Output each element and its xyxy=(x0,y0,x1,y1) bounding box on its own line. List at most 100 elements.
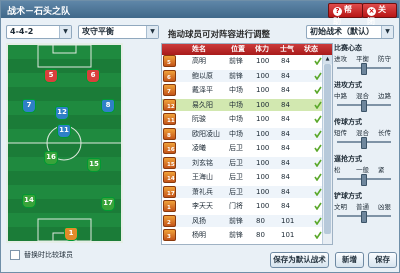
player-number: 6 xyxy=(167,74,171,81)
table-row[interactable]: 17 萧礼兵 后卫 100 84 xyxy=(162,185,322,198)
table-row[interactable]: 2 风扬 前锋 80 101 xyxy=(162,214,322,227)
player-marker[interactable]: 16 xyxy=(45,152,57,164)
table-scrollbar[interactable]: ▲ xyxy=(322,55,332,244)
preset-select[interactable]: 初始战术（默认） ▼ xyxy=(306,25,394,39)
table-row[interactable]: 15 刘玄铭 后卫 100 84 xyxy=(162,156,322,169)
col-position: 位置 xyxy=(231,45,245,53)
save-button[interactable]: 保存 xyxy=(368,252,397,268)
setting-option: 进攻 xyxy=(334,55,347,63)
swap-compare-checkbox[interactable]: 替换时比较球员 xyxy=(10,250,73,260)
status-icon xyxy=(314,86,322,95)
cell-morale: 84 xyxy=(281,144,290,152)
slider-knob[interactable] xyxy=(361,137,367,149)
setting-label: 进攻方式 xyxy=(334,81,362,89)
player-marker[interactable]: 6 xyxy=(87,70,99,82)
scroll-up-icon[interactable]: ▲ xyxy=(323,55,332,64)
cell-name: 萧礼兵 xyxy=(192,187,213,196)
cell-name: 风扬 xyxy=(192,216,206,225)
status-icon xyxy=(314,217,322,225)
player-portrait: 5 xyxy=(163,55,176,67)
close-button[interactable]: × 关闭 xyxy=(362,3,397,26)
player-portrait: 3 xyxy=(163,229,176,241)
cell-name: 高明 xyxy=(192,57,206,65)
cell-name: 刘玄铭 xyxy=(192,158,213,167)
swap-compare-label: 替换时比较球员 xyxy=(24,251,73,259)
table-row[interactable]: 11 阮骏 中场 100 84 xyxy=(162,113,322,125)
slider-knob[interactable] xyxy=(361,63,367,75)
status-icon xyxy=(314,173,322,182)
status-icon xyxy=(314,115,322,124)
setting-slider[interactable] xyxy=(337,100,391,112)
table-row[interactable]: 14 王海山 后卫 100 84 xyxy=(162,171,322,183)
table-row[interactable]: 1 李天天 门将 100 84 xyxy=(162,200,322,212)
table-row[interactable]: 12 易久阳 中场 100 84 xyxy=(162,98,322,111)
player-marker[interactable]: 14 xyxy=(23,195,35,207)
player-number: 7 xyxy=(167,89,171,95)
player-marker[interactable]: 17 xyxy=(102,198,114,210)
player-marker[interactable]: 12 xyxy=(56,107,68,119)
player-marker[interactable]: 15 xyxy=(88,159,100,171)
setting-slider[interactable] xyxy=(337,63,391,75)
cell-name: 凌曦 xyxy=(192,144,206,152)
cell-pos: 后卫 xyxy=(229,187,243,196)
setting-slider[interactable] xyxy=(337,137,391,149)
tactic-select[interactable]: 攻守平衡 ▼ xyxy=(78,25,159,39)
setting-option: 边路 xyxy=(378,92,391,100)
player-portrait: 12 xyxy=(163,98,176,111)
player-portrait: 2 xyxy=(163,214,176,227)
player-marker[interactable]: 7 xyxy=(23,100,35,112)
cell-morale: 84 xyxy=(281,71,290,80)
cell-stamina: 100 xyxy=(256,202,270,210)
save-default-button[interactable]: 保存为默认战术 xyxy=(270,252,329,268)
cell-stamina: 100 xyxy=(256,158,270,167)
slider-knob[interactable] xyxy=(361,174,367,186)
title-bar: 战术－石头之队 ? 帮助 × 关闭 xyxy=(1,1,399,26)
tactics-window: 战术－石头之队 ? 帮助 × 关闭 4-4-2 ▼ 攻守平衡 ▼ 拖动球员可对阵容进… xyxy=(0,0,400,273)
player-number: 16 xyxy=(167,147,175,153)
setting-option: 紧 xyxy=(378,166,385,174)
pitch: 5 6 7 12 11 8 16 15 14 17 1 xyxy=(6,43,123,243)
help-button[interactable]: ? 帮助 xyxy=(328,3,363,26)
cell-morale: 84 xyxy=(281,115,290,123)
cell-pos: 前锋 xyxy=(229,216,243,225)
table-row[interactable]: 5 高明 前锋 100 84 xyxy=(162,55,322,67)
player-marker[interactable]: 8 xyxy=(102,100,114,112)
table-row[interactable]: 8 欧阳凌山 中场 100 84 xyxy=(162,127,322,140)
setting-option: 普通 xyxy=(356,203,369,211)
player-number: 3 xyxy=(167,234,171,240)
player-marker[interactable]: 11 xyxy=(58,125,70,137)
setting-label: 铲球方式 xyxy=(334,192,362,200)
cell-morale: 84 xyxy=(281,129,290,138)
table-row[interactable]: 6 鲍以原 前锋 100 84 xyxy=(162,69,322,82)
player-marker[interactable]: 1 xyxy=(65,228,77,240)
table-row[interactable]: 16 凌曦 后卫 100 84 xyxy=(162,142,322,154)
player-marker[interactable]: 5 xyxy=(45,70,57,82)
cell-stamina: 80 xyxy=(256,231,265,239)
player-portrait: 17 xyxy=(163,185,176,198)
scroll-thumb[interactable] xyxy=(324,64,331,234)
cell-stamina: 100 xyxy=(256,129,270,138)
preset-value: 初始战术（默认） xyxy=(310,27,374,36)
cell-pos: 中场 xyxy=(229,86,243,94)
setting-option: 凶狠 xyxy=(378,203,391,211)
cell-name: 欧阳凌山 xyxy=(192,129,220,138)
status-icon xyxy=(314,159,322,167)
setting-slider[interactable] xyxy=(337,211,391,223)
formation-select[interactable]: 4-4-2 ▼ xyxy=(6,25,72,39)
table-row[interactable]: 7 戴泽平 中场 100 84 xyxy=(162,84,322,96)
setting-option: 文明 xyxy=(334,203,347,211)
status-icon xyxy=(314,231,322,240)
slider-knob[interactable] xyxy=(361,211,367,223)
window-title: 战术－石头之队 xyxy=(7,7,71,17)
checkbox-box[interactable] xyxy=(10,250,20,260)
setting-option: 混合 xyxy=(356,92,369,100)
player-number: 15 xyxy=(167,161,175,168)
new-button[interactable]: 新增 xyxy=(335,252,364,268)
cell-stamina: 80 xyxy=(256,216,265,225)
table-row[interactable]: 3 杨明 前锋 80 101 xyxy=(162,229,322,241)
cell-name: 鲍以原 xyxy=(192,71,213,80)
slider-knob[interactable] xyxy=(361,100,367,112)
player-portrait: 15 xyxy=(163,156,176,169)
cell-name: 杨明 xyxy=(192,231,206,239)
setting-slider[interactable] xyxy=(337,174,391,186)
